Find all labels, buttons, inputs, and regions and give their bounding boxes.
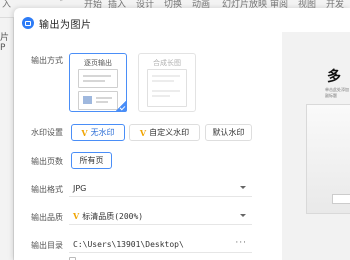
directory-input[interactable]: C:\Users\13901\Desktop\ ···	[69, 236, 252, 253]
pages-value: 所有页	[79, 156, 104, 165]
format-label: 输出格式	[31, 185, 63, 194]
no-watermark-button[interactable]: V 无水印	[71, 124, 125, 141]
output-mode-long-image-card[interactable]: 合成长图	[138, 53, 196, 112]
long-image-thumbnail-icon	[147, 69, 187, 107]
vip-crown-icon: V	[81, 127, 88, 138]
output-mode-label: 输出方式	[31, 56, 63, 65]
chevron-down-icon	[240, 214, 246, 217]
default-watermark-button[interactable]: 默认水印	[205, 124, 252, 141]
selected-check-icon	[115, 100, 127, 112]
directory-value: C:\Users\13901\Desktop\	[73, 239, 184, 249]
page-thumbnail-icon	[78, 69, 118, 88]
format-value: JPG	[73, 183, 87, 193]
card-caption: 逐页输出	[84, 59, 112, 67]
slide-preview-panel: 多 单击此处添加副标题	[282, 32, 350, 260]
ribbon-tab[interactable]: 入	[2, 0, 11, 10]
chevron-down-icon	[240, 186, 246, 189]
quality-select[interactable]: V 标清品质(200%)	[69, 208, 252, 225]
page-thumbnail-icon	[78, 91, 118, 110]
card-caption: 合成长图	[153, 59, 181, 67]
pages-label: 输出页数	[31, 157, 63, 166]
preview-page-control[interactable]	[332, 194, 350, 204]
background-left-strip: 片P	[0, 18, 14, 260]
format-select[interactable]: JPG	[69, 180, 252, 197]
app-logo-icon	[22, 17, 34, 29]
export-image-dialog: 输出为图片 输出方式 逐页输出 合成长图 水印设置 V 无水印 V 自定义水印	[14, 8, 350, 260]
chip-label: 自定义水印	[149, 128, 190, 137]
vip-crown-icon: V	[73, 211, 80, 221]
quality-value: 标清品质(200%)	[82, 211, 144, 221]
directory-label: 输出目录	[31, 241, 63, 250]
preview-subtitle-text: 单击此处添加副标题	[325, 87, 349, 98]
browse-button[interactable]: ···	[235, 238, 247, 248]
watermark-label: 水印设置	[31, 128, 63, 137]
custom-watermark-button[interactable]: V 自定义水印	[129, 124, 200, 141]
left-strip-text: 片P	[0, 33, 10, 53]
vip-crown-icon: V	[139, 127, 147, 138]
dialog-title-bar: 输出为图片	[22, 14, 92, 32]
dialog-title: 输出为图片	[39, 19, 92, 31]
chip-label: 默认水印	[212, 128, 245, 137]
output-mode-per-page-card[interactable]: 逐页输出	[69, 53, 127, 112]
chip-label: 无水印	[90, 128, 115, 137]
preview-title-text: 多	[327, 69, 341, 85]
pages-selector[interactable]: 所有页	[71, 152, 112, 169]
quality-label: 输出品质	[31, 213, 63, 222]
